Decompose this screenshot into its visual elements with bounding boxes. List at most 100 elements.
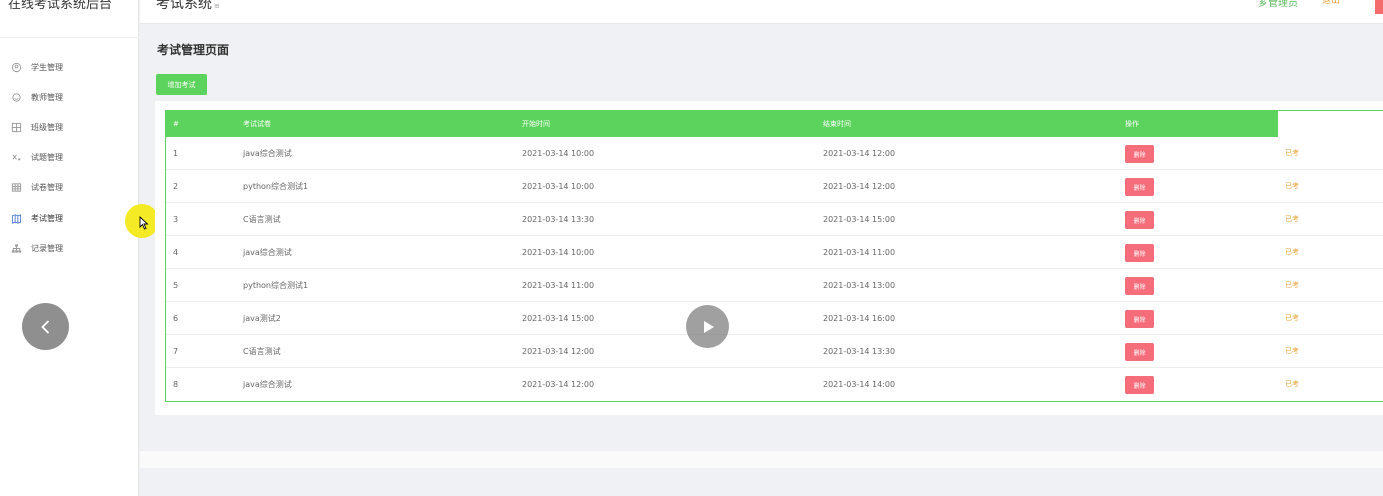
delete-button[interactable]: 删除: [1125, 310, 1154, 328]
cell-end-time: 2021-03-14 15:00: [823, 215, 896, 224]
column-header-end: 结束时间: [823, 120, 851, 128]
table-icon: [10, 181, 22, 193]
cell-start-time: 2021-03-14 12:00: [522, 347, 595, 356]
cell-index: 4: [173, 248, 179, 257]
table-header: # 考试试卷 开始时间 结束时间 操作: [166, 111, 1278, 137]
status-link[interactable]: 已考: [1285, 335, 1299, 368]
column-header-actions: 操作: [1125, 120, 1139, 128]
cell-paper: java测试2: [243, 314, 281, 323]
sidebar-item-teachers[interactable]: 教师管理: [0, 87, 139, 107]
sidebar-item-label: 班级管理: [31, 122, 63, 132]
status-link[interactable]: 已考: [1285, 170, 1299, 203]
menu-toggle-icon[interactable]: ≡: [214, 2, 220, 10]
cell-end-time: 2021-03-14 13:30: [823, 347, 896, 356]
cell-paper: C语言测试: [243, 215, 281, 224]
video-play-button[interactable]: [686, 305, 729, 348]
table-row: 1 java综合测试 2021-03-14 10:00 2021-03-14 1…: [166, 137, 1383, 170]
cell-end-time: 2021-03-14 14:00: [823, 380, 896, 389]
delete-button[interactable]: 删除: [1125, 145, 1154, 163]
app-brand: 在线考试系统后台: [8, 0, 113, 12]
cell-index: 2: [173, 182, 179, 191]
sidebar-item-label: 试题管理: [31, 152, 63, 162]
cell-paper: java综合测试: [243, 380, 292, 389]
cell-start-time: 2021-03-14 10:00: [522, 248, 595, 257]
sidebar-item-label: 考试管理: [31, 213, 63, 223]
cell-start-time: 2021-03-14 15:00: [522, 314, 595, 323]
mouse-cursor-icon: [139, 216, 149, 230]
cell-paper: java综合测试: [243, 248, 292, 257]
top-header: 考试系统 ≡ 芗管理员 退出: [140, 0, 1383, 24]
status-link[interactable]: 已考: [1285, 203, 1299, 236]
delete-button[interactable]: 删除: [1125, 343, 1154, 361]
sidebar-item-label: 记录管理: [31, 243, 63, 253]
delete-button[interactable]: 删除: [1125, 211, 1154, 229]
corner-badge[interactable]: [1375, 0, 1383, 14]
sidebar-item-students[interactable]: 学生管理: [0, 57, 139, 77]
cell-index: 7: [173, 347, 179, 356]
sidebar-item-label: 学生管理: [31, 62, 63, 72]
sitemap-icon: [10, 242, 22, 254]
delete-button[interactable]: 删除: [1125, 277, 1154, 295]
cell-end-time: 2021-03-14 16:00: [823, 314, 896, 323]
delete-button[interactable]: 删除: [1125, 244, 1154, 262]
cell-start-time: 2021-03-14 11:00: [522, 281, 595, 290]
sidebar-item-label: 试卷管理: [31, 182, 63, 192]
table-row: 7 C语言测试 2021-03-14 12:00 2021-03-14 13:3…: [166, 335, 1383, 368]
column-header-paper: 考试试卷: [243, 120, 271, 128]
cell-index: 3: [173, 215, 179, 224]
sidebar-item-classes[interactable]: 班级管理: [0, 117, 139, 137]
play-icon: [703, 320, 714, 333]
back-button[interactable]: [22, 303, 69, 350]
delete-button[interactable]: 删除: [1125, 178, 1154, 196]
add-exam-button[interactable]: 增加考试: [156, 74, 207, 95]
table-row: 5 python综合测试1 2021-03-14 11:00 2021-03-1…: [166, 269, 1383, 302]
sidebar-item-records[interactable]: 记录管理: [0, 238, 139, 258]
page-heading: 考试系统 ≡: [156, 0, 220, 13]
cell-paper: java综合测试: [243, 149, 292, 158]
table-row: 4 java综合测试 2021-03-14 10:00 2021-03-14 1…: [166, 236, 1383, 269]
cell-index: 5: [173, 281, 179, 290]
exam-table: # 考试试卷 开始时间 结束时间 操作 1 java综合测试 2021-03-1…: [165, 110, 1383, 402]
question-icon: [10, 151, 22, 163]
sidebar-item-label: 教师管理: [31, 92, 63, 102]
header-title: 考试系统: [156, 0, 212, 12]
status-link[interactable]: 已考: [1285, 302, 1299, 335]
table-row: 8 java综合测试 2021-03-14 12:00 2021-03-14 1…: [166, 368, 1383, 401]
cell-end-time: 2021-03-14 11:00: [823, 248, 896, 257]
cell-end-time: 2021-03-14 12:00: [823, 149, 896, 158]
grid-icon: [10, 121, 22, 133]
cell-index: 6: [173, 314, 179, 323]
cell-index: 1: [173, 149, 179, 158]
delete-button[interactable]: 删除: [1125, 376, 1154, 394]
cell-paper: python综合测试1: [243, 182, 309, 191]
divider: [0, 37, 139, 38]
status-link[interactable]: 已考: [1285, 236, 1299, 269]
table-row: 6 java测试2 2021-03-14 15:00 2021-03-14 16…: [166, 302, 1383, 335]
sidebar-item-papers[interactable]: 试卷管理: [0, 177, 139, 197]
chevron-left-icon: [40, 319, 49, 334]
status-link[interactable]: 已考: [1285, 137, 1299, 170]
teacher-icon: [10, 91, 22, 103]
column-header-start: 开始时间: [522, 120, 550, 128]
status-link[interactable]: 已考: [1285, 368, 1299, 401]
admin-user-link[interactable]: 芗管理员: [1258, 0, 1298, 9]
sidebar: 在线考试系统后台 学生管理 教师管理 班级管理 试题管理 试卷管理 考试管理 记…: [0, 0, 139, 496]
cell-index: 8: [173, 380, 179, 389]
logout-link[interactable]: 退出: [1322, 0, 1340, 6]
map-icon: [10, 212, 22, 224]
cell-start-time: 2021-03-14 10:00: [522, 182, 595, 191]
cell-paper: C语言测试: [243, 347, 281, 356]
status-link[interactable]: 已考: [1285, 269, 1299, 302]
table-row: 3 C语言测试 2021-03-14 13:30 2021-03-14 15:0…: [166, 203, 1383, 236]
cell-start-time: 2021-03-14 12:00: [522, 380, 595, 389]
cell-end-time: 2021-03-14 13:00: [823, 281, 896, 290]
table-row: 2 python综合测试1 2021-03-14 10:00 2021-03-1…: [166, 170, 1383, 203]
footer-strip: [140, 450, 1383, 468]
sidebar-item-questions[interactable]: 试题管理: [0, 147, 139, 167]
sidebar-item-exams[interactable]: 考试管理: [0, 208, 139, 228]
cell-end-time: 2021-03-14 12:00: [823, 182, 896, 191]
cell-paper: python综合测试1: [243, 281, 309, 290]
cell-start-time: 2021-03-14 13:30: [522, 215, 595, 224]
cell-start-time: 2021-03-14 10:00: [522, 149, 595, 158]
column-header-index: #: [173, 120, 179, 128]
